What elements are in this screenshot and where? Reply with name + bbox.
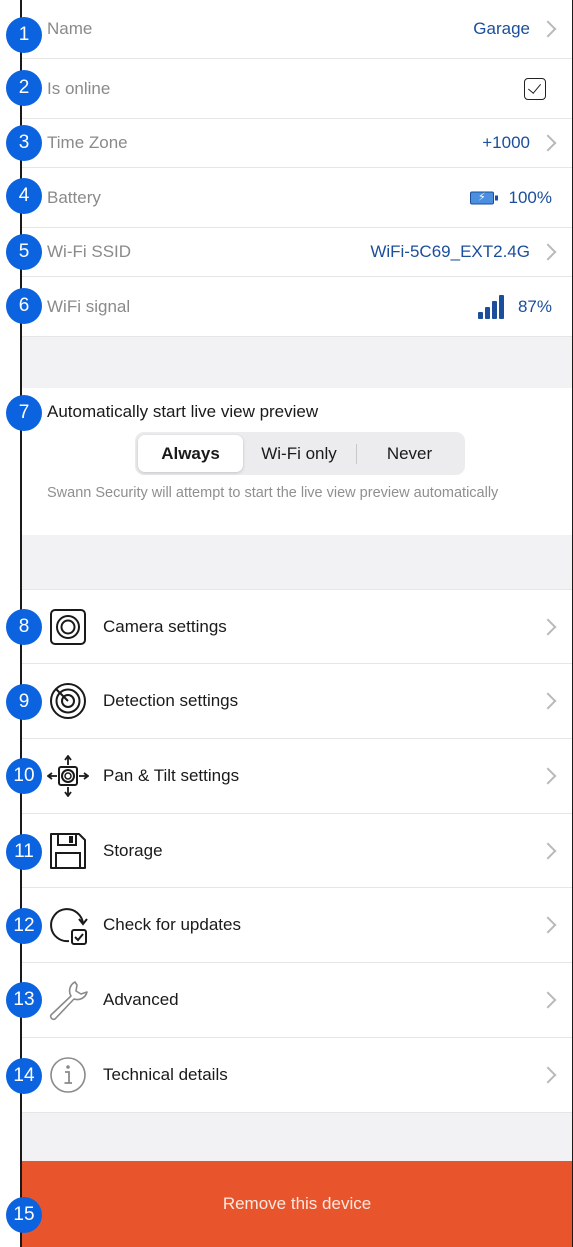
signal-value: 87% [517, 296, 552, 316]
check-updates-label: Check for updates [103, 915, 241, 934]
update-check-icon [47, 904, 89, 946]
annotation-badge: 2 [6, 70, 42, 106]
annotation-badge: 5 [6, 234, 42, 270]
section-gap [22, 1113, 572, 1161]
online-row: Is online [22, 59, 572, 119]
pan-tilt-icon [46, 754, 90, 798]
signal-row: WiFi signal 87% [22, 277, 572, 337]
liveview-section: Automatically start live view preview Al… [22, 388, 572, 535]
ssid-value: WiFi-5C69_EXT2.4G [370, 242, 530, 261]
battery-charging-icon: ⚡ [470, 191, 498, 204]
detection-settings-label: Detection settings [103, 691, 239, 710]
annotation-badge: 6 [6, 288, 42, 324]
annotation-badge: 12 [6, 908, 42, 944]
battery-value: 100% [508, 187, 552, 207]
liveview-segmented-control: Always Wi-Fi only Never [135, 432, 465, 475]
name-row[interactable]: Name Garage [22, 0, 572, 59]
chevron-right-icon [542, 766, 558, 786]
online-checkbox[interactable] [524, 77, 546, 100]
advanced-label: Advanced [103, 990, 179, 1009]
timezone-value: +1000 [482, 133, 530, 152]
timezone-row[interactable]: Time Zone +1000 [22, 119, 572, 168]
chevron-right-icon [542, 242, 558, 262]
annotation-badge: 15 [6, 1197, 42, 1233]
annotation-badge: 3 [6, 125, 42, 161]
radar-icon [47, 680, 89, 722]
segment-never[interactable]: Never [357, 435, 462, 472]
liveview-note: Swann Security will attempt to start the… [47, 485, 499, 501]
technical-details-label: Technical details [103, 1065, 228, 1084]
battery-label: Battery [47, 187, 101, 207]
section-gap [22, 535, 572, 589]
segment-always[interactable]: Always [138, 435, 243, 472]
liveview-title: Automatically start live view preview [47, 402, 319, 421]
advanced-row[interactable]: Advanced [22, 963, 572, 1038]
annotation-badge: 8 [6, 609, 42, 645]
remove-device-button[interactable]: Remove this device [22, 1161, 572, 1247]
annotation-badge: 4 [6, 178, 42, 214]
info-icon [47, 1054, 89, 1096]
storage-label: Storage [103, 840, 163, 860]
annotation-badge: 7 [6, 395, 42, 431]
chevron-right-icon [542, 1065, 558, 1085]
chevron-right-icon [542, 617, 558, 637]
section-gap [22, 337, 572, 388]
storage-row[interactable]: Storage [22, 814, 572, 888]
annotation-badge: 14 [6, 1058, 42, 1094]
pan-tilt-settings-row[interactable]: Pan & Tilt settings [22, 739, 572, 814]
wifi-signal-bars-icon [478, 294, 508, 319]
segment-wifi-only[interactable]: Wi-Fi only [243, 435, 355, 472]
annotation-badge: 9 [6, 684, 42, 720]
timezone-label: Time Zone [47, 133, 128, 152]
detection-settings-row[interactable]: Detection settings [22, 664, 572, 739]
name-value: Garage [473, 19, 530, 38]
chevron-right-icon [542, 990, 558, 1010]
pan-tilt-settings-label: Pan & Tilt settings [103, 766, 240, 785]
wrench-icon [47, 979, 89, 1021]
signal-label: WiFi signal [47, 296, 131, 316]
camera-settings-label: Camera settings [103, 616, 227, 636]
annotation-badge: 13 [6, 982, 42, 1018]
chevron-right-icon [542, 915, 558, 935]
chevron-right-icon [542, 841, 558, 861]
technical-details-row[interactable]: Technical details [22, 1038, 572, 1113]
annotation-badge: 1 [6, 17, 42, 53]
name-label: Name [47, 19, 93, 38]
chevron-right-icon [542, 691, 558, 711]
remove-device-label: Remove this device [222, 1194, 372, 1213]
annotation-badge: 10 [6, 758, 42, 794]
floppy-disk-icon [47, 830, 89, 872]
chevron-right-icon [542, 19, 558, 39]
ssid-row[interactable]: Wi-Fi SSID WiFi-5C69_EXT2.4G [22, 228, 572, 277]
battery-row: Battery ⚡ 100% [22, 168, 572, 228]
camera-settings-row[interactable]: Camera settings [22, 589, 572, 664]
ssid-label: Wi-Fi SSID [47, 242, 132, 261]
annotation-badge: 11 [6, 834, 42, 870]
chevron-right-icon [542, 133, 558, 153]
camera-icon [47, 606, 89, 648]
check-updates-row[interactable]: Check for updates [22, 888, 572, 963]
online-label: Is online [47, 78, 111, 98]
